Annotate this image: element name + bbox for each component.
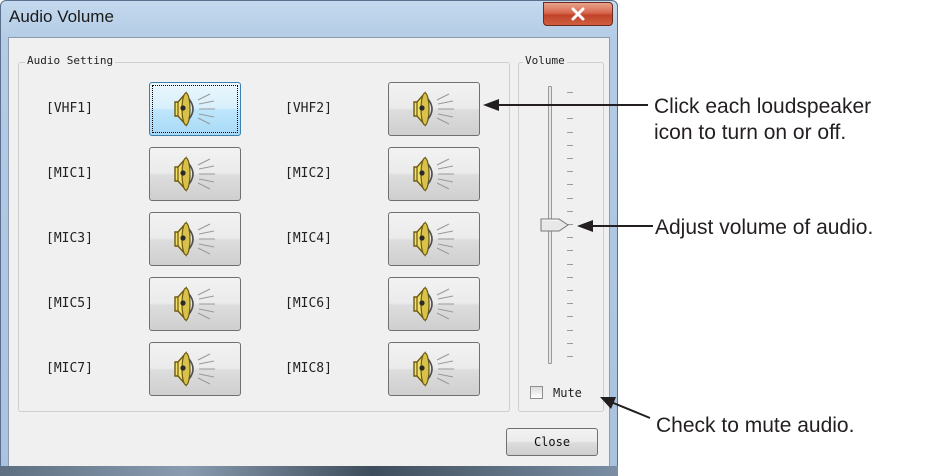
volume-slider-thumb[interactable]	[540, 218, 570, 232]
taskbar-strip	[0, 466, 618, 476]
slider-tick	[567, 118, 573, 120]
loudspeaker-button[interactable]	[388, 277, 480, 331]
mute-checkbox[interactable]	[530, 386, 543, 399]
channel-label: [VHF2]	[285, 101, 332, 116]
loudspeaker-button[interactable]	[388, 342, 480, 396]
loudspeaker-icon	[411, 284, 457, 324]
close-button[interactable]: Close	[506, 428, 598, 456]
loudspeaker-icon	[172, 219, 218, 259]
slider-tick	[567, 92, 573, 93]
slider-tick	[567, 356, 573, 357]
loudspeaker-icon	[172, 349, 218, 389]
slider-tick	[567, 171, 573, 173]
channel-label: [MIC5]	[46, 296, 93, 311]
loudspeaker-icon	[172, 284, 218, 324]
annotation-speaker-line1: Click each loudspeaker	[654, 95, 872, 118]
slider-tick	[567, 210, 573, 212]
loudspeaker-button[interactable]	[149, 277, 241, 331]
slider-tick	[567, 184, 573, 186]
volume-label: Volume	[523, 54, 567, 67]
channel-label: [MIC4]	[285, 231, 332, 246]
slider-tick	[567, 263, 573, 265]
channel-label: [MIC6]	[285, 296, 332, 311]
audio-setting-label: Audio Setting	[25, 54, 116, 67]
loudspeaker-button[interactable]	[388, 147, 480, 201]
close-x-icon[interactable]	[543, 2, 613, 26]
slider-tick	[567, 237, 573, 239]
window-title: Audio Volume	[9, 7, 114, 26]
loudspeaker-icon	[411, 349, 457, 389]
loudspeaker-icon	[172, 89, 218, 129]
slider-tick	[567, 250, 573, 252]
slider-tick	[567, 342, 573, 344]
loudspeaker-icon	[172, 154, 218, 194]
mute-label: Mute	[553, 386, 582, 400]
loudspeaker-button[interactable]	[149, 342, 241, 396]
channel-label: [MIC8]	[285, 361, 332, 376]
annotation-speaker-line2: icon to turn on or off.	[654, 121, 847, 144]
slider-tick	[567, 329, 573, 331]
loudspeaker-icon	[411, 89, 457, 129]
channel-label: [MIC1]	[46, 166, 93, 181]
loudspeaker-button[interactable]	[149, 82, 241, 136]
loudspeaker-button[interactable]	[388, 212, 480, 266]
slider-tick	[567, 144, 573, 146]
volume-group: Volume	[518, 54, 604, 412]
slider-tick	[567, 290, 573, 291]
loudspeaker-button[interactable]	[388, 82, 480, 136]
loudspeaker-button[interactable]	[149, 212, 241, 266]
channel-label: [MIC3]	[46, 231, 93, 246]
slider-tick	[567, 276, 573, 278]
channel-label: [VHF1]	[46, 101, 93, 116]
channel-label: [MIC7]	[46, 361, 93, 376]
slider-tick	[567, 105, 573, 107]
slider-tick	[567, 158, 573, 159]
slider-tick	[567, 197, 573, 199]
slider-tick	[567, 131, 573, 133]
annotation-volume: Adjust volume of audio.	[655, 216, 874, 239]
loudspeaker-icon	[411, 154, 457, 194]
loudspeaker-button[interactable]	[149, 147, 241, 201]
annotation-mute: Check to mute audio.	[656, 414, 855, 437]
slider-tick	[567, 316, 573, 318]
annotation-speaker: Click each loudspeaker icon to turn on o…	[654, 94, 871, 146]
slider-tick	[567, 303, 573, 305]
loudspeaker-icon	[411, 219, 457, 259]
channel-label: [MIC2]	[285, 166, 332, 181]
